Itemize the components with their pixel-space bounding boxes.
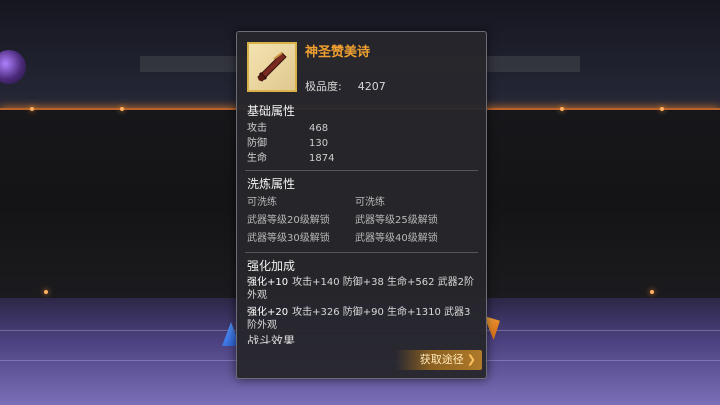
stat-label: 防御: [247, 138, 267, 149]
enhance-level: 强化+20: [247, 307, 289, 318]
chevron-right-icon: ❯: [466, 353, 476, 366]
glow-dot: [560, 107, 564, 111]
refine-title: 洗炼属性: [247, 177, 296, 191]
base-stats-section: 基础属性 攻击 468 防御 130 生命 1874: [237, 102, 486, 166]
item-name: 神圣赞美诗: [305, 45, 371, 60]
quality-score: 极品度: 4207: [305, 78, 386, 94]
item-tooltip-panel: 神圣赞美诗 极品度: 4207 基础属性 攻击 468 防御 130 生命 187…: [236, 31, 487, 379]
enhance-entry: 强化+20 攻击+326 防御+90 生命+1310 武器3阶外观: [247, 306, 476, 332]
stat-value: 130: [309, 138, 329, 149]
stat-row: 防御 130: [247, 136, 476, 151]
divider: [245, 252, 478, 253]
glow-dot: [660, 107, 664, 111]
get-source-button[interactable]: 获取途径 ❯: [396, 350, 482, 370]
item-thumbnail: [247, 42, 297, 92]
glow-dot: [120, 107, 124, 111]
base-stats-title: 基础属性: [247, 104, 296, 118]
refine-slot: 武器等级25级解锁: [355, 215, 438, 226]
enhance-section: 强化加成 强化+10 攻击+140 防御+38 生命+562 武器2阶外观 强化+…: [237, 257, 486, 332]
weapon-icon: [257, 52, 287, 82]
stat-label: 攻击: [247, 123, 267, 134]
refine-slot: 武器等级20级解锁: [247, 215, 330, 226]
refine-slot: 武器等级30级解锁: [247, 233, 330, 244]
battle-effect-title: 战斗效果: [247, 334, 296, 344]
refine-slots: 可洗练 可洗练 武器等级20级解锁 武器等级25级解锁 武器等级30级解锁 武器…: [247, 194, 476, 248]
stat-value: 1874: [309, 153, 335, 164]
quality-value: 4207: [357, 80, 386, 93]
enhance-title: 强化加成: [247, 259, 296, 273]
refine-slot: 武器等级40级解锁: [355, 233, 438, 244]
glow-dot: [44, 290, 48, 294]
refine-slot: 可洗练: [247, 197, 277, 208]
stat-row: 生命 1874: [247, 151, 476, 166]
refine-slot: 可洗练: [355, 197, 385, 208]
stat-row: 攻击 468: [247, 121, 476, 136]
glow-dot: [30, 107, 34, 111]
stat-value: 468: [309, 123, 329, 134]
enhance-entry: 强化+10 攻击+140 防御+38 生命+562 武器2阶外观: [247, 276, 476, 302]
enhance-level: 强化+10: [247, 277, 289, 288]
divider: [245, 170, 478, 171]
item-header: 神圣赞美诗 极品度: 4207: [237, 32, 486, 98]
stat-label: 生命: [247, 153, 267, 164]
quality-label: 极品度:: [305, 80, 342, 93]
glow-dot: [650, 290, 654, 294]
refine-section: 洗炼属性 可洗练 可洗练 武器等级20级解锁 武器等级25级解锁 武器等级30级…: [237, 175, 486, 248]
get-source-label: 获取途径: [419, 353, 464, 366]
